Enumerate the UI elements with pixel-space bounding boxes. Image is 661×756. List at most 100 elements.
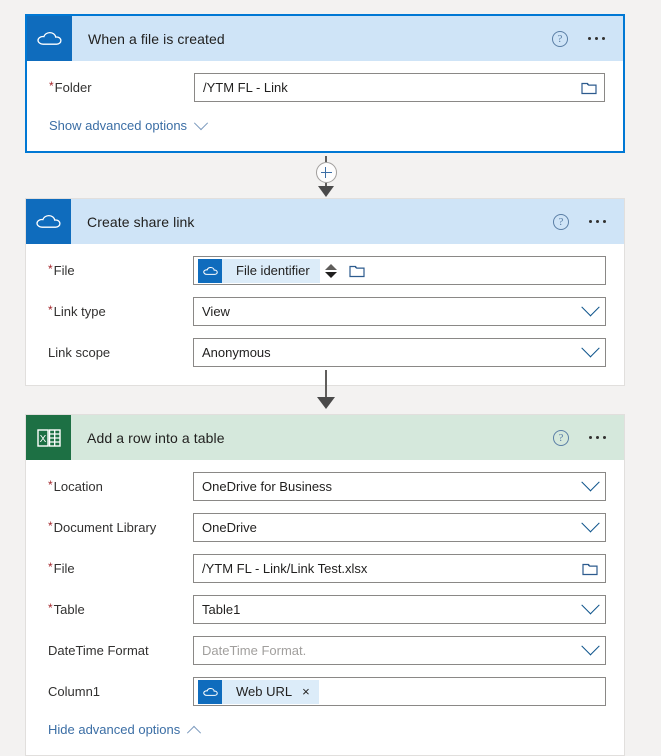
field-label: DateTime Format bbox=[48, 642, 149, 658]
chevron-down-icon[interactable] bbox=[575, 473, 605, 500]
arrow-down-icon bbox=[318, 186, 334, 197]
add-step-button[interactable] bbox=[315, 162, 337, 183]
required-asterisk: * bbox=[48, 600, 53, 615]
field-label: * Link type bbox=[48, 302, 106, 319]
connector-1 bbox=[315, 156, 337, 197]
link-type-dropdown[interactable]: View bbox=[193, 297, 606, 326]
spinner-updown-icon[interactable] bbox=[320, 257, 342, 284]
connector-line bbox=[325, 370, 327, 397]
token-label: Web URL bbox=[236, 684, 293, 699]
dynamic-content-token[interactable]: File identifier bbox=[198, 258, 320, 283]
arrow-down-icon bbox=[317, 397, 335, 409]
document-library-value: OneDrive bbox=[202, 520, 257, 535]
field-label: * Document Library bbox=[48, 518, 157, 535]
help-circle-icon[interactable]: ? bbox=[552, 30, 568, 47]
required-asterisk: * bbox=[48, 261, 53, 276]
card-header-actions: ? bbox=[552, 30, 623, 47]
advanced-toggle-label: Hide advanced options bbox=[48, 722, 181, 737]
card-title: Create share link bbox=[87, 213, 195, 230]
required-asterisk: * bbox=[48, 477, 53, 492]
file-input-value: /YTM FL - Link/Link Test.xlsx bbox=[202, 561, 368, 576]
field-row-folder: * Folder /YTM FL - Link bbox=[27, 61, 623, 108]
card-header[interactable]: X Add a row into a table ? bbox=[26, 415, 624, 460]
required-asterisk: * bbox=[48, 559, 53, 574]
remove-token-icon[interactable]: × bbox=[302, 685, 319, 698]
field-label: * File bbox=[48, 261, 75, 278]
spinner-up-arrow[interactable] bbox=[324, 263, 337, 270]
spinner-down-arrow[interactable] bbox=[324, 271, 337, 278]
help-circle-icon[interactable]: ? bbox=[553, 213, 569, 230]
folder-input[interactable]: /YTM FL - Link bbox=[194, 73, 605, 102]
chevron-down-icon[interactable] bbox=[575, 514, 605, 541]
flow-designer-canvas: When a file is created ? * Folder /YTM F… bbox=[0, 0, 661, 756]
link-scope-value: Anonymous bbox=[202, 345, 271, 360]
file-input[interactable]: File identifier bbox=[193, 256, 606, 285]
show-advanced-options-toggle[interactable]: Show advanced options bbox=[27, 108, 228, 151]
onedrive-icon bbox=[198, 679, 222, 704]
location-dropdown[interactable]: OneDrive for Business bbox=[193, 472, 606, 501]
flow-card-when-a-file-is-created[interactable]: When a file is created ? * Folder /YTM F… bbox=[25, 14, 625, 153]
card-body: * File File identifier * Link type View … bbox=[26, 244, 624, 385]
field-label: * Folder bbox=[49, 78, 92, 95]
excel-icon: X bbox=[26, 415, 71, 460]
card-title: When a file is created bbox=[88, 30, 225, 47]
card-header-actions: ? bbox=[553, 213, 624, 230]
location-value: OneDrive for Business bbox=[202, 479, 333, 494]
chevron-down-icon[interactable] bbox=[575, 298, 605, 325]
file-input[interactable]: /YTM FL - Link/Link Test.xlsx bbox=[193, 554, 606, 583]
required-asterisk: * bbox=[48, 302, 53, 317]
field-label: * Table bbox=[48, 600, 85, 617]
onedrive-icon bbox=[198, 258, 222, 283]
card-body: * Location OneDrive for Business * Docum… bbox=[26, 460, 624, 755]
field-row-link-type: * Link type View bbox=[26, 291, 624, 332]
folder-picker-icon[interactable] bbox=[574, 74, 604, 101]
flow-card-create-share-link[interactable]: Create share link ? * File File identifi… bbox=[25, 198, 625, 386]
chevron-down-icon[interactable] bbox=[575, 596, 605, 623]
datetime-format-dropdown[interactable]: DateTime Format. bbox=[193, 636, 606, 665]
svg-text:X: X bbox=[39, 434, 46, 445]
field-label: * Location bbox=[48, 477, 103, 494]
card-title: Add a row into a table bbox=[87, 429, 225, 446]
field-row-file: * File File identifier bbox=[26, 244, 624, 291]
document-library-dropdown[interactable]: OneDrive bbox=[193, 513, 606, 542]
folder-picker-icon[interactable] bbox=[342, 257, 372, 284]
table-dropdown[interactable]: Table1 bbox=[193, 595, 606, 624]
folder-input-value: /YTM FL - Link bbox=[203, 80, 288, 95]
link-type-value: View bbox=[202, 304, 230, 319]
chevron-down-icon bbox=[193, 115, 209, 130]
field-label: * File bbox=[48, 559, 75, 576]
ellipsis-icon[interactable] bbox=[588, 37, 605, 40]
field-row-file: * File /YTM FL - Link/Link Test.xlsx bbox=[26, 548, 624, 589]
connector-2 bbox=[317, 370, 335, 409]
card-body: * Folder /YTM FL - Link Show advanced op… bbox=[27, 61, 623, 151]
hide-advanced-options-toggle[interactable]: Hide advanced options bbox=[26, 712, 221, 755]
token-label: File identifier bbox=[236, 263, 310, 278]
datetime-format-placeholder: DateTime Format. bbox=[202, 643, 307, 658]
ellipsis-icon[interactable] bbox=[589, 220, 606, 223]
chevron-down-icon[interactable] bbox=[575, 637, 605, 664]
chevron-down-icon[interactable] bbox=[575, 339, 605, 366]
field-row-datetime-format: DateTime Format DateTime Format. bbox=[26, 630, 624, 671]
card-header[interactable]: When a file is created ? bbox=[27, 16, 623, 61]
link-scope-dropdown[interactable]: Anonymous bbox=[193, 338, 606, 367]
help-circle-icon[interactable]: ? bbox=[553, 429, 569, 446]
card-header[interactable]: Create share link ? bbox=[26, 199, 624, 244]
field-label: Column1 bbox=[48, 683, 101, 699]
card-header-actions: ? bbox=[553, 429, 624, 446]
folder-picker-icon[interactable] bbox=[575, 555, 605, 582]
required-asterisk: * bbox=[48, 518, 53, 533]
chevron-up-icon bbox=[187, 725, 202, 740]
field-row-location: * Location OneDrive for Business bbox=[26, 460, 624, 507]
field-row-document-library: * Document Library OneDrive bbox=[26, 507, 624, 548]
field-row-column1: Column1 Web URL × bbox=[26, 671, 624, 712]
dynamic-content-token[interactable]: Web URL × bbox=[198, 679, 319, 704]
field-label: Link scope bbox=[48, 344, 111, 360]
advanced-toggle-label: Show advanced options bbox=[49, 118, 188, 133]
ellipsis-icon[interactable] bbox=[589, 436, 606, 439]
flow-card-add-a-row-into-a-table[interactable]: X Add a row into a table ? * Location On… bbox=[25, 414, 625, 756]
column1-input[interactable]: Web URL × bbox=[193, 677, 606, 706]
onedrive-icon bbox=[27, 16, 72, 61]
table-value: Table1 bbox=[202, 602, 241, 617]
onedrive-icon bbox=[26, 199, 71, 244]
required-asterisk: * bbox=[49, 78, 54, 93]
